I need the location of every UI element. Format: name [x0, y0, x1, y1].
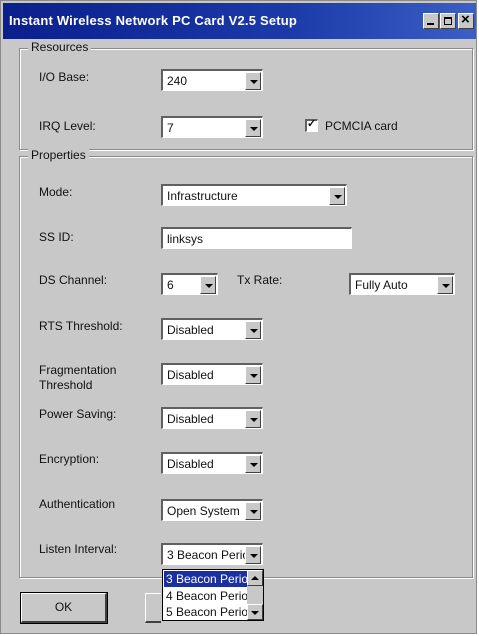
listen-interval-select[interactable]: 3 Beacon Period: [161, 543, 263, 565]
io-base-select[interactable]: 240: [161, 69, 263, 91]
chevron-down-icon[interactable]: [245, 546, 261, 564]
power-saving-label: Power Saving:: [39, 407, 117, 421]
setup-window: Instant Wireless Network PC Card V2.5 Se…: [0, 0, 477, 634]
title-bar[interactable]: Instant Wireless Network PC Card V2.5 Se…: [3, 3, 476, 39]
maximize-icon[interactable]: [440, 13, 456, 29]
listen-interval-option[interactable]: 4 Beacon Period: [164, 588, 248, 604]
irq-level-value: 7: [167, 121, 174, 135]
scroll-up-icon[interactable]: [247, 570, 263, 586]
ok-button[interactable]: OK: [20, 592, 108, 624]
chevron-down-icon[interactable]: [245, 502, 261, 520]
chevron-down-icon[interactable]: [437, 276, 453, 294]
chevron-down-icon[interactable]: [245, 321, 261, 339]
ds-channel-label: DS Channel:: [39, 273, 108, 287]
second-button[interactable]: [145, 593, 161, 623]
fragmentation-threshold-select[interactable]: Disabled: [161, 363, 263, 385]
irq-level-label: IRQ Level:: [39, 119, 96, 133]
pcmcia-label: PCMCIA card: [325, 119, 398, 133]
chevron-down-icon[interactable]: [245, 410, 261, 428]
mode-select[interactable]: Infrastructure: [161, 184, 347, 206]
rts-threshold-select[interactable]: Disabled: [161, 318, 263, 340]
encryption-label: Encryption:: [39, 452, 100, 466]
power-saving-select[interactable]: Disabled: [161, 407, 263, 429]
chevron-down-icon[interactable]: [245, 72, 261, 90]
io-base-label: I/O Base:: [39, 70, 90, 84]
ds-channel-select[interactable]: 6: [161, 273, 218, 295]
mode-label: Mode:: [39, 185, 73, 199]
encryption-select[interactable]: Disabled: [161, 452, 263, 474]
listen-interval-dropdown[interactable]: 3 Beacon Period 4 Beacon Period 5 Beacon…: [162, 569, 264, 621]
chevron-down-icon[interactable]: [200, 276, 216, 294]
chevron-down-icon[interactable]: [245, 455, 261, 473]
rts-threshold-value: Disabled: [167, 323, 214, 337]
pcmcia-checkbox[interactable]: [305, 117, 318, 132]
authentication-label: Authentication: [39, 497, 116, 511]
tx-rate-label: Tx Rate:: [237, 273, 283, 287]
encryption-value: Disabled: [167, 457, 214, 471]
chevron-down-icon[interactable]: [245, 119, 261, 137]
properties-legend: Properties: [28, 148, 89, 162]
chevron-down-icon[interactable]: [245, 366, 261, 384]
ds-channel-value: 6: [167, 278, 174, 292]
rts-threshold-label: RTS Threshold:: [39, 319, 123, 333]
ssid-value: linksys: [167, 232, 204, 246]
ssid-input[interactable]: linksys: [161, 227, 352, 249]
fragmentation-label-line1: Fragmentation: [39, 363, 117, 377]
listen-interval-option[interactable]: 5 Beacon Period: [164, 604, 248, 620]
tx-rate-value: Fully Auto: [355, 278, 408, 292]
authentication-value: Open System: [167, 504, 240, 518]
minimize-icon[interactable]: [423, 13, 439, 29]
listen-interval-label: Listen Interval:: [39, 542, 118, 556]
authentication-select[interactable]: Open System: [161, 499, 263, 521]
io-base-value: 240: [167, 74, 188, 88]
listen-interval-option[interactable]: 3 Beacon Period: [164, 571, 248, 587]
fragmentation-threshold-value: Disabled: [167, 368, 214, 382]
close-icon[interactable]: [458, 11, 474, 29]
chevron-down-icon[interactable]: [329, 187, 345, 205]
irq-level-select[interactable]: 7: [161, 116, 263, 138]
tx-rate-select[interactable]: Fully Auto: [349, 273, 455, 295]
mode-value: Infrastructure: [167, 189, 238, 203]
resources-legend: Resources: [28, 40, 92, 54]
fragmentation-label-line2: Threshold: [39, 378, 93, 392]
window-title: Instant Wireless Network PC Card V2.5 Se…: [9, 13, 298, 28]
dropdown-scrollbar[interactable]: [247, 570, 263, 620]
ssid-label: SS ID:: [39, 230, 74, 244]
scroll-down-icon[interactable]: [247, 604, 263, 620]
power-saving-value: Disabled: [167, 412, 214, 426]
listen-interval-value: 3 Beacon Period: [167, 548, 245, 562]
